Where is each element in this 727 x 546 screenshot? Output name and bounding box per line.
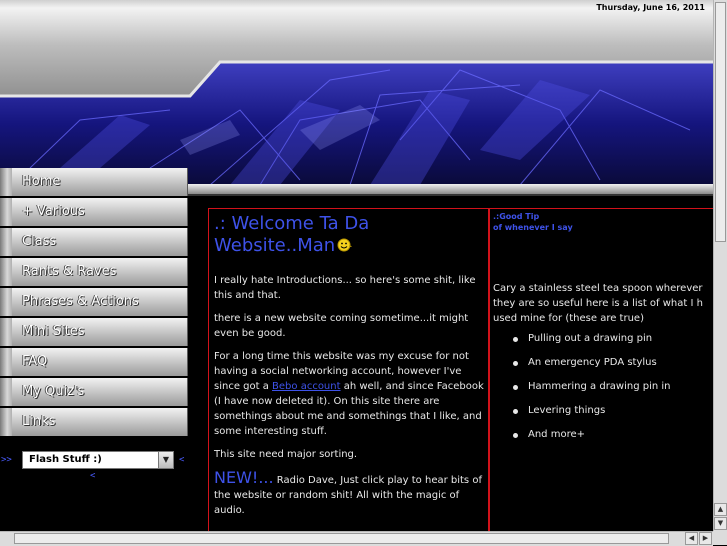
- social-paragraph: For a long time this website was my excu…: [214, 349, 484, 439]
- tip-list: Pulling out a drawing pin An emergency P…: [513, 333, 671, 453]
- bebo-account-link[interactable]: Bebo account: [272, 381, 341, 392]
- nav-item-label: + Various: [22, 204, 85, 219]
- scroll-down-icon[interactable]: ▼: [714, 517, 727, 530]
- scroll-right-icon[interactable]: ▶: [699, 532, 712, 545]
- nav-item-home[interactable]: Home: [0, 168, 188, 196]
- nav-item-label: Class: [22, 234, 57, 249]
- tip-intro: Cary a stainless steel tea spoon whereve…: [493, 281, 713, 326]
- intro-paragraph: I really hate Introductions... so here's…: [214, 275, 476, 301]
- scrollbar-corner: [713, 531, 727, 545]
- nav-item-links[interactable]: Links: [0, 408, 188, 436]
- list-item: Hammering a drawing pin in: [513, 381, 671, 405]
- welcome-heading: .: Welcome Ta Da Website..Man: [214, 213, 484, 257]
- site-header: Thursday, June 16, 2011: [0, 0, 713, 196]
- web-page: Thursday, June 16, 2011 Home + Various C…: [0, 0, 713, 531]
- new-label: NEW!...: [214, 468, 274, 487]
- nav-item-mini-sites[interactable]: Mini Sites: [0, 318, 188, 346]
- nav-item-label: Rants & Raves: [22, 264, 117, 279]
- flash-select-value: Flash Stuff :): [29, 454, 102, 465]
- chevron-down-icon[interactable]: ▼: [158, 452, 173, 468]
- right-arrow-icon[interactable]: <: [179, 455, 184, 465]
- good-tip-panel: .:Good Tip of whenever I say Cary a stai…: [489, 208, 713, 531]
- flash-selector-row: >> Flash Stuff :) ▼ < <: [0, 450, 188, 481]
- vertical-scrollbar[interactable]: ▲ ▼: [713, 0, 727, 531]
- nav-item-faq[interactable]: FAQ: [0, 348, 188, 376]
- left-arrow-icon[interactable]: >>: [1, 455, 12, 465]
- radio-paragraph: NEW!... Radio Dave, Just click play to h…: [214, 470, 484, 518]
- nav-item-rants-raves[interactable]: Rants & Raves: [0, 258, 188, 286]
- tip-title-line: .:Good Tip: [493, 212, 540, 221]
- nav-item-label: Links: [22, 414, 56, 429]
- nav-item-label: Phrases & Actions: [22, 294, 139, 309]
- new-website-paragraph: there is a new website coming sometime..…: [214, 313, 469, 339]
- smiley-icon: [337, 238, 352, 252]
- tip-intro-line: Cary a stainless steel tea spoon whereve…: [493, 283, 703, 294]
- list-item: Levering things: [513, 405, 671, 429]
- scroll-left-icon[interactable]: ◀: [685, 532, 698, 545]
- nav-item-label: My Quiz's: [22, 384, 85, 399]
- welcome-panel: .: Welcome Ta Da Website..Man I really h…: [208, 208, 489, 531]
- vertical-scroll-thumb[interactable]: [715, 2, 726, 242]
- list-item: An emergency PDA stylus: [513, 357, 671, 381]
- nav-item-label: Home: [22, 174, 61, 189]
- tip-title: .:Good Tip of whenever I say: [493, 211, 573, 233]
- flash-stuff-select[interactable]: Flash Stuff :) ▼: [22, 451, 174, 469]
- horizontal-scrollbar[interactable]: ◀ ▶: [0, 531, 713, 546]
- tip-subtitle-line: of whenever I say: [493, 223, 573, 232]
- header-artwork: [0, 60, 713, 196]
- nav-item-label: Mini Sites: [22, 324, 85, 339]
- content-area: .: Welcome Ta Da Website..Man I really h…: [189, 196, 713, 531]
- list-item: Pulling out a drawing pin: [513, 333, 671, 357]
- nav-item-various[interactable]: + Various: [0, 198, 188, 226]
- date-display: Thursday, June 16, 2011: [596, 3, 705, 12]
- nav-item-phrases-actions[interactable]: Phrases & Actions: [0, 288, 188, 316]
- scroll-up-icon[interactable]: ▲: [714, 503, 727, 516]
- sidebar-nav: Home + Various Class Rants & Raves Phras…: [0, 168, 188, 531]
- nav-item-label: FAQ: [22, 354, 48, 369]
- tip-intro-line: used mine for (these are true): [493, 313, 644, 324]
- sorting-paragraph: This site need major sorting.: [214, 449, 358, 460]
- back-arrow-icon[interactable]: <: [90, 471, 95, 481]
- nav-item-my-quiz[interactable]: My Quiz's: [0, 378, 188, 406]
- tip-intro-line: they are so useful here is a list of wha…: [493, 298, 703, 309]
- nav-item-class[interactable]: Class: [0, 228, 188, 256]
- list-item: And more+: [513, 429, 671, 453]
- horizontal-scroll-thumb[interactable]: [14, 533, 669, 544]
